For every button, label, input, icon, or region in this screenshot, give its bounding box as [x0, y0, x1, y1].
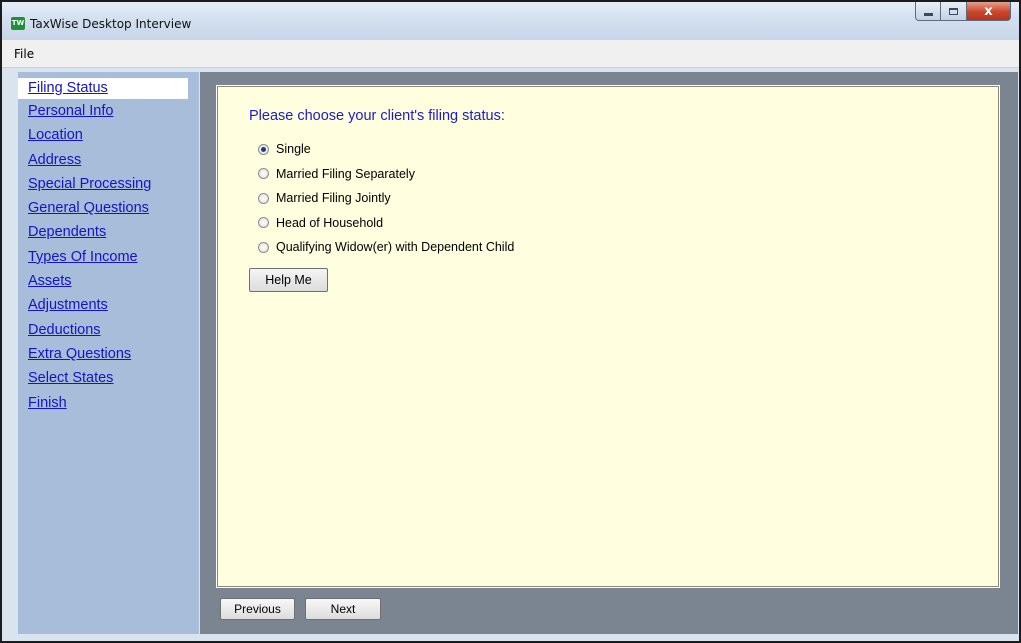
- radio-label: Married Filing Jointly: [276, 191, 391, 206]
- sidebar-item-finish[interactable]: Finish: [18, 391, 199, 415]
- maximize-icon: [949, 7, 958, 15]
- sidebar-item-filing-status[interactable]: Filing Status: [18, 78, 188, 99]
- sidebar-item-assets[interactable]: Assets: [18, 269, 199, 293]
- filing-option-qualifying-widow-er-with-dependent-child[interactable]: Qualifying Widow(er) with Dependent Chil…: [258, 235, 514, 260]
- maximize-button[interactable]: [941, 2, 967, 21]
- sidebar-nav: Filing Status Personal Info Location Addres…: [18, 72, 199, 634]
- close-button[interactable]: x: [967, 2, 1011, 21]
- sidebar-item-personal-info[interactable]: Personal Info: [18, 99, 199, 123]
- minimize-icon: [923, 12, 933, 16]
- radio-button[interactable]: [258, 217, 269, 229]
- sidebar-item-location[interactable]: Location: [18, 123, 199, 147]
- radio-button[interactable]: [258, 168, 269, 180]
- filing-option-married-filing-separately[interactable]: Married Filing Separately: [258, 162, 514, 187]
- close-icon: x: [984, 3, 993, 19]
- app-window: TW TaxWise Desktop Interview x File Fili…: [0, 0, 1021, 643]
- filing-option-married-filing-jointly[interactable]: Married Filing Jointly: [258, 186, 514, 211]
- menu-bar: File: [2, 40, 1019, 68]
- sidebar-item-extra-questions[interactable]: Extra Questions: [18, 342, 199, 366]
- sidebar-item-dependents[interactable]: Dependents: [18, 220, 199, 244]
- next-button[interactable]: Next: [305, 598, 381, 620]
- sidebar-item-types-of-income[interactable]: Types Of Income: [18, 245, 199, 269]
- filing-status-panel: Please choose your client's filing statu…: [216, 85, 1000, 588]
- title-bar[interactable]: TW TaxWise Desktop Interview x: [2, 2, 1019, 40]
- filing-status-prompt: Please choose your client's filing statu…: [249, 108, 505, 124]
- previous-button[interactable]: Previous: [220, 598, 295, 620]
- main-area: Please choose your client's filing statu…: [200, 72, 1018, 634]
- window-title: TaxWise Desktop Interview: [30, 17, 192, 31]
- radio-label: Single: [276, 142, 311, 157]
- radio-label: Married Filing Separately: [276, 166, 415, 181]
- radio-label: Head of Household: [276, 215, 384, 230]
- help-me-button[interactable]: Help Me: [249, 268, 328, 292]
- radio-label: Qualifying Widow(er) with Dependent Chil…: [276, 240, 515, 255]
- taxwise-app-icon: TW: [11, 17, 25, 30]
- radio-button[interactable]: [258, 192, 269, 204]
- menu-file[interactable]: File: [14, 47, 34, 61]
- sidebar-item-general-questions[interactable]: General Questions: [18, 196, 199, 220]
- window-controls: x: [915, 2, 1011, 23]
- filing-status-options: Single Married Filing Separately Married F…: [258, 137, 514, 260]
- sidebar-item-adjustments[interactable]: Adjustments: [18, 293, 199, 317]
- filing-option-head-of-household[interactable]: Head of Household: [258, 211, 514, 236]
- filing-option-single[interactable]: Single: [258, 137, 514, 162]
- minimize-button[interactable]: [915, 2, 941, 21]
- sidebar-item-address[interactable]: Address: [18, 148, 199, 172]
- sidebar-nav-list: Filing Status Personal Info Location Addres…: [18, 78, 199, 415]
- radio-button[interactable]: [258, 143, 269, 155]
- sidebar-item-select-states[interactable]: Select States: [18, 366, 199, 390]
- radio-button[interactable]: [258, 241, 269, 253]
- sidebar-item-deductions[interactable]: Deductions: [18, 318, 199, 342]
- sidebar-item-special-processing[interactable]: Special Processing: [18, 172, 199, 196]
